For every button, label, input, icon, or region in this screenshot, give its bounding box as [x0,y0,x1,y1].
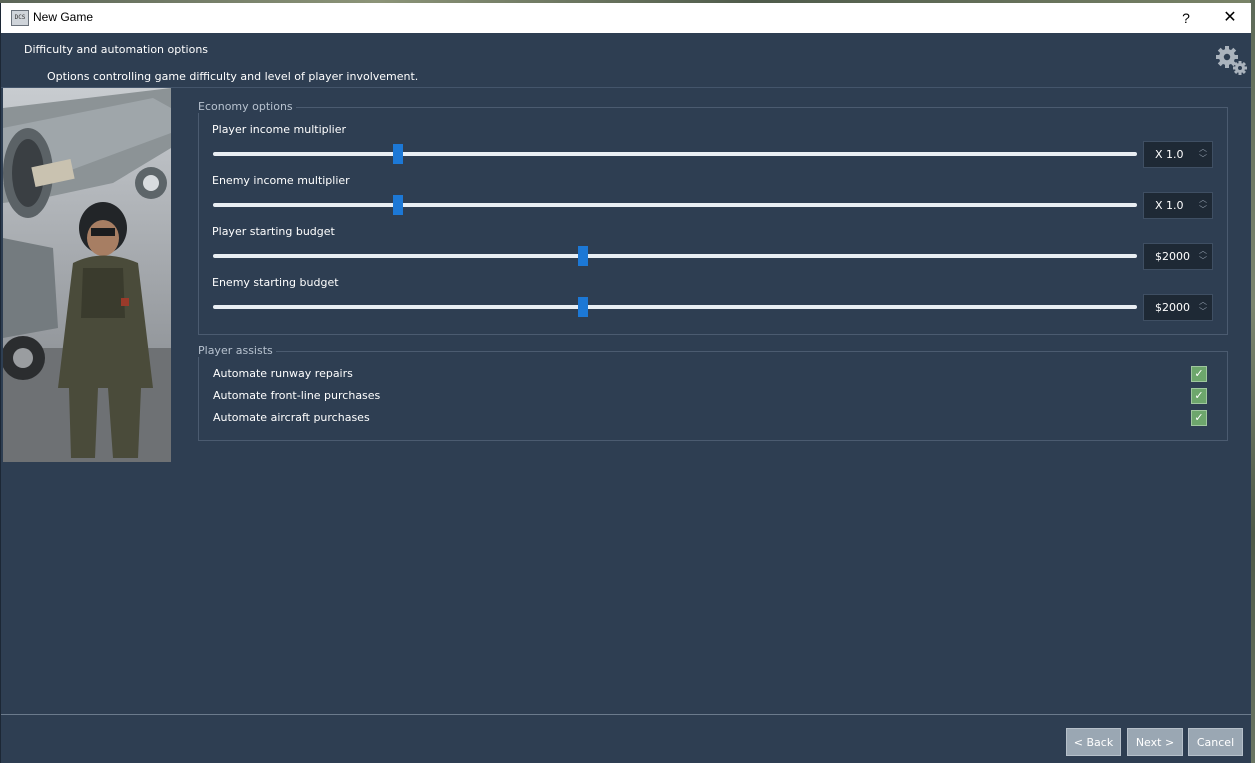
player-budget-slider[interactable] [213,246,1137,266]
player-assists-title: Player assists [198,344,276,357]
page-subtitle: Options controlling game difficulty and … [47,70,419,83]
new-game-dialog: DCS New Game ? ✕ Difficulty and automati… [0,3,1251,763]
spinbox-value: $2000 [1155,250,1190,263]
window-title: New Game [33,10,94,24]
pilot-wizard-image [3,88,171,462]
enemy-income-label: Enemy income multiplier [212,174,350,187]
chevron-down-icon[interactable]: ﹀ [1197,154,1209,164]
header-divider [1,87,1251,88]
check-icon: ✓ [1194,389,1204,402]
slider-handle[interactable] [577,297,588,317]
runway-repairs-checkbox[interactable]: ✓ [1191,366,1207,382]
aircraft-purchases-checkbox[interactable]: ✓ [1191,410,1207,426]
player-income-spinbox[interactable]: X 1.0 ︿ ﹀ [1143,141,1213,168]
slider-handle[interactable] [577,246,588,266]
aircraft-purchases-row: Automate aircraft purchases ✓ [213,409,1213,427]
chevron-down-icon[interactable]: ﹀ [1197,256,1209,266]
enemy-budget-label: Enemy starting budget [212,276,339,289]
chevron-down-icon[interactable]: ﹀ [1197,205,1209,215]
help-button[interactable]: ? [1167,3,1205,33]
cancel-button[interactable]: Cancel [1188,728,1243,756]
page-title: Difficulty and automation options [24,43,209,56]
runway-repairs-row: Automate runway repairs ✓ [213,365,1213,383]
spinbox-value: X 1.0 [1155,199,1184,212]
slider-handle[interactable] [392,195,403,215]
enemy-income-spinbox[interactable]: X 1.0 ︿ ﹀ [1143,192,1213,219]
player-assists-group: Player assists Automate runway repairs ✓… [198,344,1228,441]
back-button[interactable]: < Back [1066,728,1121,756]
slider-handle[interactable] [392,144,403,164]
gears-icon [1216,46,1247,75]
economy-options-group: Economy options Player income multiplier… [198,100,1228,335]
app-icon: DCS [11,10,29,26]
next-button[interactable]: Next > [1127,728,1183,756]
footer-divider [1,714,1251,715]
chevron-up-icon[interactable]: ︿ [1197,297,1209,307]
title-bar: DCS New Game ? ✕ [1,3,1251,33]
check-icon: ✓ [1194,411,1204,424]
close-button[interactable]: ✕ [1209,3,1251,33]
front-line-purchases-checkbox[interactable]: ✓ [1191,388,1207,404]
enemy-budget-slider[interactable] [213,297,1137,317]
front-line-purchases-row: Automate front-line purchases ✓ [213,387,1213,405]
chevron-up-icon[interactable]: ︿ [1197,195,1209,205]
player-budget-label: Player starting budget [212,225,335,238]
front-line-purchases-label: Automate front-line purchases [213,389,381,402]
check-icon: ✓ [1194,367,1204,380]
runway-repairs-label: Automate runway repairs [213,367,353,380]
player-income-slider[interactable] [213,144,1137,164]
spinbox-value: $2000 [1155,301,1190,314]
spinbox-value: X 1.0 [1155,148,1184,161]
enemy-income-slider[interactable] [213,195,1137,215]
aircraft-purchases-label: Automate aircraft purchases [213,411,370,424]
player-income-label: Player income multiplier [212,123,347,136]
enemy-budget-spinbox[interactable]: $2000 ︿ ﹀ [1143,294,1213,321]
chevron-up-icon[interactable]: ︿ [1197,246,1209,256]
player-budget-spinbox[interactable]: $2000 ︿ ﹀ [1143,243,1213,270]
chevron-down-icon[interactable]: ﹀ [1197,307,1209,317]
economy-options-title: Economy options [198,100,296,113]
chevron-up-icon[interactable]: ︿ [1197,144,1209,154]
